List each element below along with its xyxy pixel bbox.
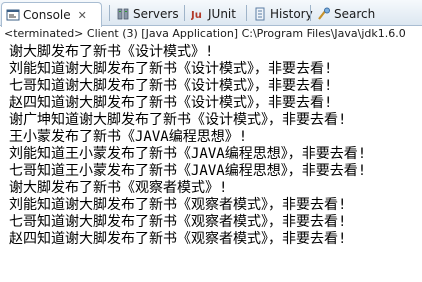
tab-junit[interactable]: Ju JUnit	[187, 2, 244, 26]
junit-icon: Ju	[190, 7, 205, 21]
tab-search[interactable]: Search	[313, 2, 393, 26]
console-line: 刘能知道王小蒙发布了新书《JAVA编程思想》，非要去看!	[9, 146, 367, 162]
tab-separator	[109, 5, 110, 21]
tab-history-label: History	[270, 7, 313, 21]
tab-junit-label: JUnit	[208, 7, 236, 21]
tab-console[interactable]: Console ✕	[1, 2, 102, 27]
tab-history[interactable]: History	[249, 2, 313, 26]
tab-servers[interactable]: Servers	[112, 2, 182, 26]
process-status-label: <terminated> Client (3) [Java Applicatio…	[4, 27, 406, 40]
servers-icon	[116, 7, 130, 21]
console-output[interactable]: 谢大脚发布了新书《设计模式》! 刘能知道谢大脚发布了新书《设计模式》，非要去看!…	[0, 42, 422, 282]
view-tab-bar: Console ✕ Servers Ju JUnit History Searc…	[0, 0, 422, 27]
console-line: 赵四知道谢大脚发布了新书《观察者模式》，非要去看!	[9, 231, 347, 247]
console-line: 七哥知道王小蒙发布了新书《JAVA编程思想》，非要去看!	[9, 163, 367, 179]
console-line: 七哥知道谢大脚发布了新书《观察者模式》，非要去看!	[9, 214, 347, 230]
close-icon[interactable]: ✕	[78, 9, 87, 22]
tab-separator	[246, 5, 247, 21]
tab-separator	[184, 5, 185, 21]
tab-search-label: Search	[334, 7, 376, 21]
search-icon	[317, 7, 331, 21]
console-icon	[6, 8, 20, 22]
console-line: 谢广坤知道谢大脚发布了新书《设计模式》，非要去看!	[9, 112, 347, 128]
tab-separator	[310, 5, 311, 21]
console-line: 王小蒙发布了新书《JAVA编程思想》!	[9, 129, 248, 145]
console-line: 赵四知道谢大脚发布了新书《设计模式》，非要去看!	[9, 95, 333, 111]
tab-servers-label: Servers	[133, 7, 179, 21]
console-line: 七哥知道谢大脚发布了新书《设计模式》，非要去看!	[9, 78, 333, 94]
svg-text:Ju: Ju	[191, 10, 202, 21]
console-line: 刘能知道谢大脚发布了新书《设计模式》，非要去看!	[9, 61, 333, 77]
console-line: 谢大脚发布了新书《设计模式》!	[9, 44, 214, 60]
console-line: 刘能知道谢大脚发布了新书《观察者模式》，非要去看!	[9, 197, 347, 213]
tab-console-label: Console	[23, 8, 71, 22]
console-line: 谢大脚发布了新书《观察者模式》!	[9, 180, 228, 196]
history-icon	[253, 7, 267, 21]
